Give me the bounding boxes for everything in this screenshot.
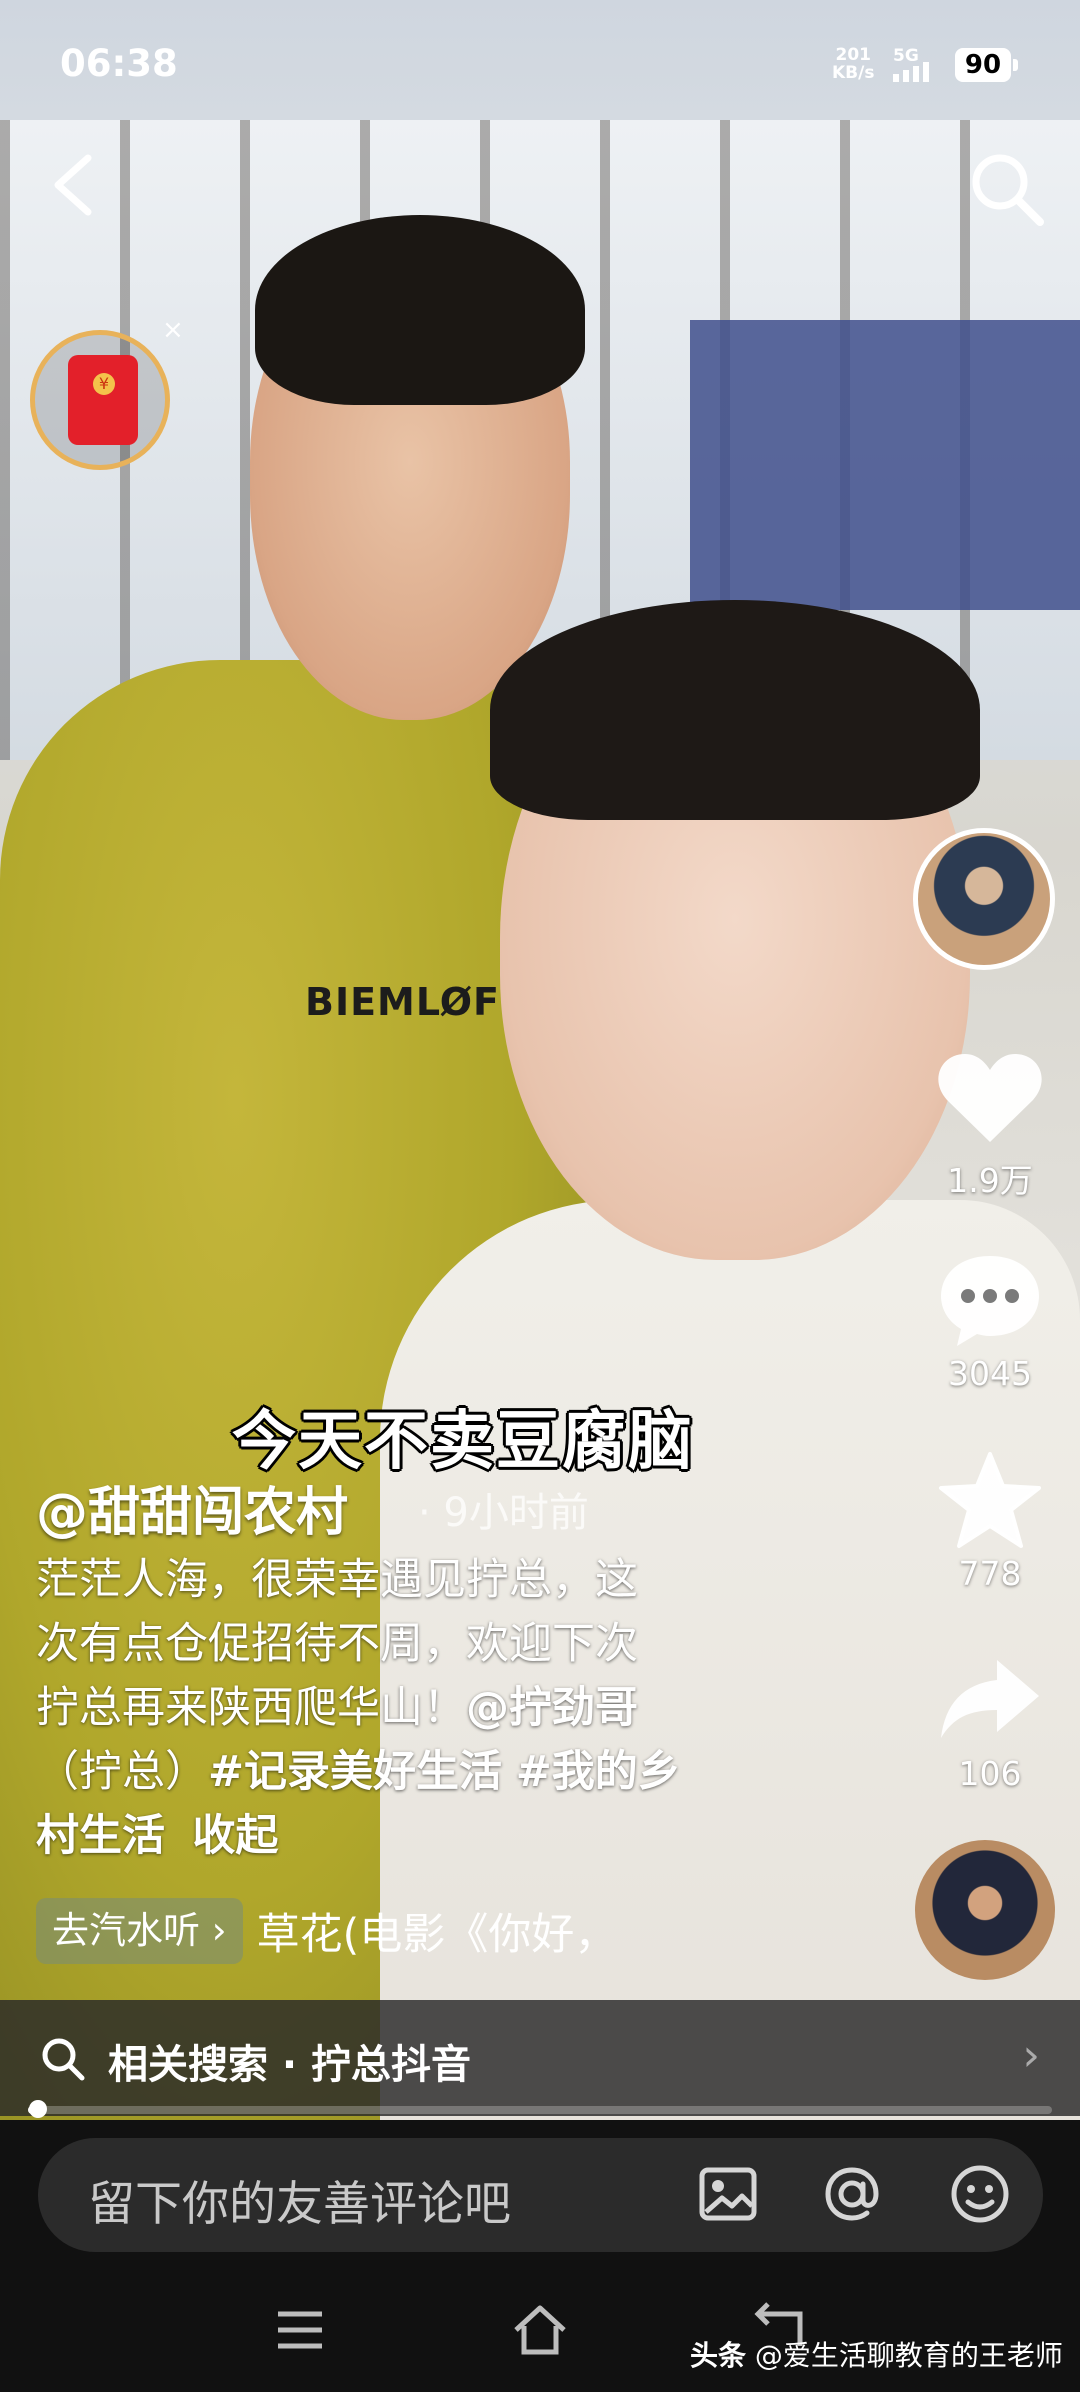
desc-line-5: 村生活 收起: [36, 1804, 766, 1868]
net-speed: 201 KB/s: [832, 46, 874, 82]
desc-text: （拧总）: [36, 1747, 208, 1797]
heart-icon: [938, 1054, 1042, 1142]
home-icon: [514, 2305, 566, 2355]
image-button[interactable]: [696, 2162, 760, 2226]
status-time: 06:38: [60, 42, 178, 85]
video-progress-track[interactable]: [28, 2106, 1052, 2114]
chevron-right-icon: ›: [1022, 2030, 1040, 2081]
related-search-label: 相关搜索 · 拧总抖音: [108, 2042, 472, 2088]
net-speed-unit: KB/s: [832, 63, 875, 83]
battery-icon: 90: [955, 48, 1018, 82]
chevron-left-icon: [54, 154, 92, 216]
listen-on-qishui-button[interactable]: 去汽水听 ›: [36, 1898, 243, 1964]
signal-icon: [893, 62, 929, 82]
desc-line-3: 拧总再来陕西爬华山！@拧劲哥: [36, 1676, 766, 1740]
nav-home-button[interactable]: [510, 2300, 570, 2360]
like-button[interactable]: 1.9万: [920, 1050, 1060, 1202]
hashtag-link-1[interactable]: #记录美好生活: [208, 1747, 502, 1797]
watermark-author: @爱生活聊教育的王老师: [754, 2339, 1063, 2372]
comment-icon: [941, 1256, 1039, 1346]
back-button[interactable]: [48, 150, 108, 220]
post-description: 茫茫人海，很荣幸遇见拧总，这 次有点仓促招待不周，欢迎下次 拧总再来陕西爬华山！…: [36, 1548, 766, 1868]
net-speed-value: 201: [835, 45, 871, 65]
close-icon[interactable]: ×: [162, 315, 184, 345]
background-wall: [690, 320, 1080, 610]
desc-text: 拧总再来陕西爬华山！: [36, 1683, 466, 1733]
share-button[interactable]: 106: [920, 1650, 1060, 1793]
comment-count: 3045: [948, 1354, 1032, 1393]
mention-button[interactable]: [820, 2162, 884, 2226]
image-icon: [699, 2167, 757, 2221]
author-avatar[interactable]: [913, 828, 1055, 970]
video-caption: 今天不卖豆腐脑: [232, 1405, 694, 1479]
red-packet-widget[interactable]: [30, 330, 170, 470]
favorite-count: 778: [958, 1554, 1022, 1593]
nav-menu-button[interactable]: [270, 2300, 330, 2360]
share-icon: [941, 1660, 1039, 1738]
post-time: · 9小时前: [418, 1490, 589, 1536]
emoji-icon: [951, 2165, 1009, 2223]
collapse-link[interactable]: 收起: [192, 1811, 278, 1861]
search-button[interactable]: [968, 150, 1048, 230]
mention-link[interactable]: @拧劲哥: [466, 1683, 638, 1733]
video-progress-handle[interactable]: [29, 2100, 47, 2118]
related-search-bar[interactable]: 相关搜索 · 拧总抖音 ›: [0, 2000, 1080, 2116]
desc-line-4: （拧总）#记录美好生活 #我的乡: [36, 1740, 766, 1804]
woman-hair: [490, 600, 980, 820]
man-hair: [255, 215, 585, 405]
comment-placeholder: 留下你的友善评论吧: [88, 2177, 511, 2232]
author-name[interactable]: @甜甜闯农村: [36, 1470, 348, 1545]
hashtag-continuation[interactable]: 村生活: [36, 1811, 165, 1861]
watermark: 头条 @爱生活聊教育的王老师: [690, 2334, 1063, 2374]
star-icon: [939, 1452, 1041, 1548]
music-disc-avatar[interactable]: [915, 1840, 1055, 1980]
desc-line-1: 茫茫人海，很荣幸遇见拧总，这: [36, 1555, 638, 1605]
emoji-button[interactable]: [948, 2162, 1012, 2226]
at-icon: [825, 2167, 879, 2221]
music-row[interactable]: 去汽水听 › 草花(电影《你好，: [36, 1898, 617, 1964]
favorite-button[interactable]: 778: [920, 1450, 1060, 1593]
red-packet-icon: [68, 355, 138, 445]
watermark-source: 头条: [690, 2339, 747, 2372]
comment-button[interactable]: 3045: [920, 1250, 1060, 1393]
desc-line-2: 次有点仓促招待不周，欢迎下次: [36, 1619, 638, 1669]
music-title[interactable]: 草花(电影《你好，: [257, 1900, 618, 1962]
hashtag-link-2[interactable]: #我的乡: [516, 1747, 681, 1797]
search-icon: [42, 2038, 85, 2081]
like-count: 1.9万: [947, 1161, 1033, 1200]
share-count: 106: [958, 1754, 1022, 1793]
search-icon: [972, 154, 1044, 226]
menu-icon: [278, 2311, 322, 2349]
